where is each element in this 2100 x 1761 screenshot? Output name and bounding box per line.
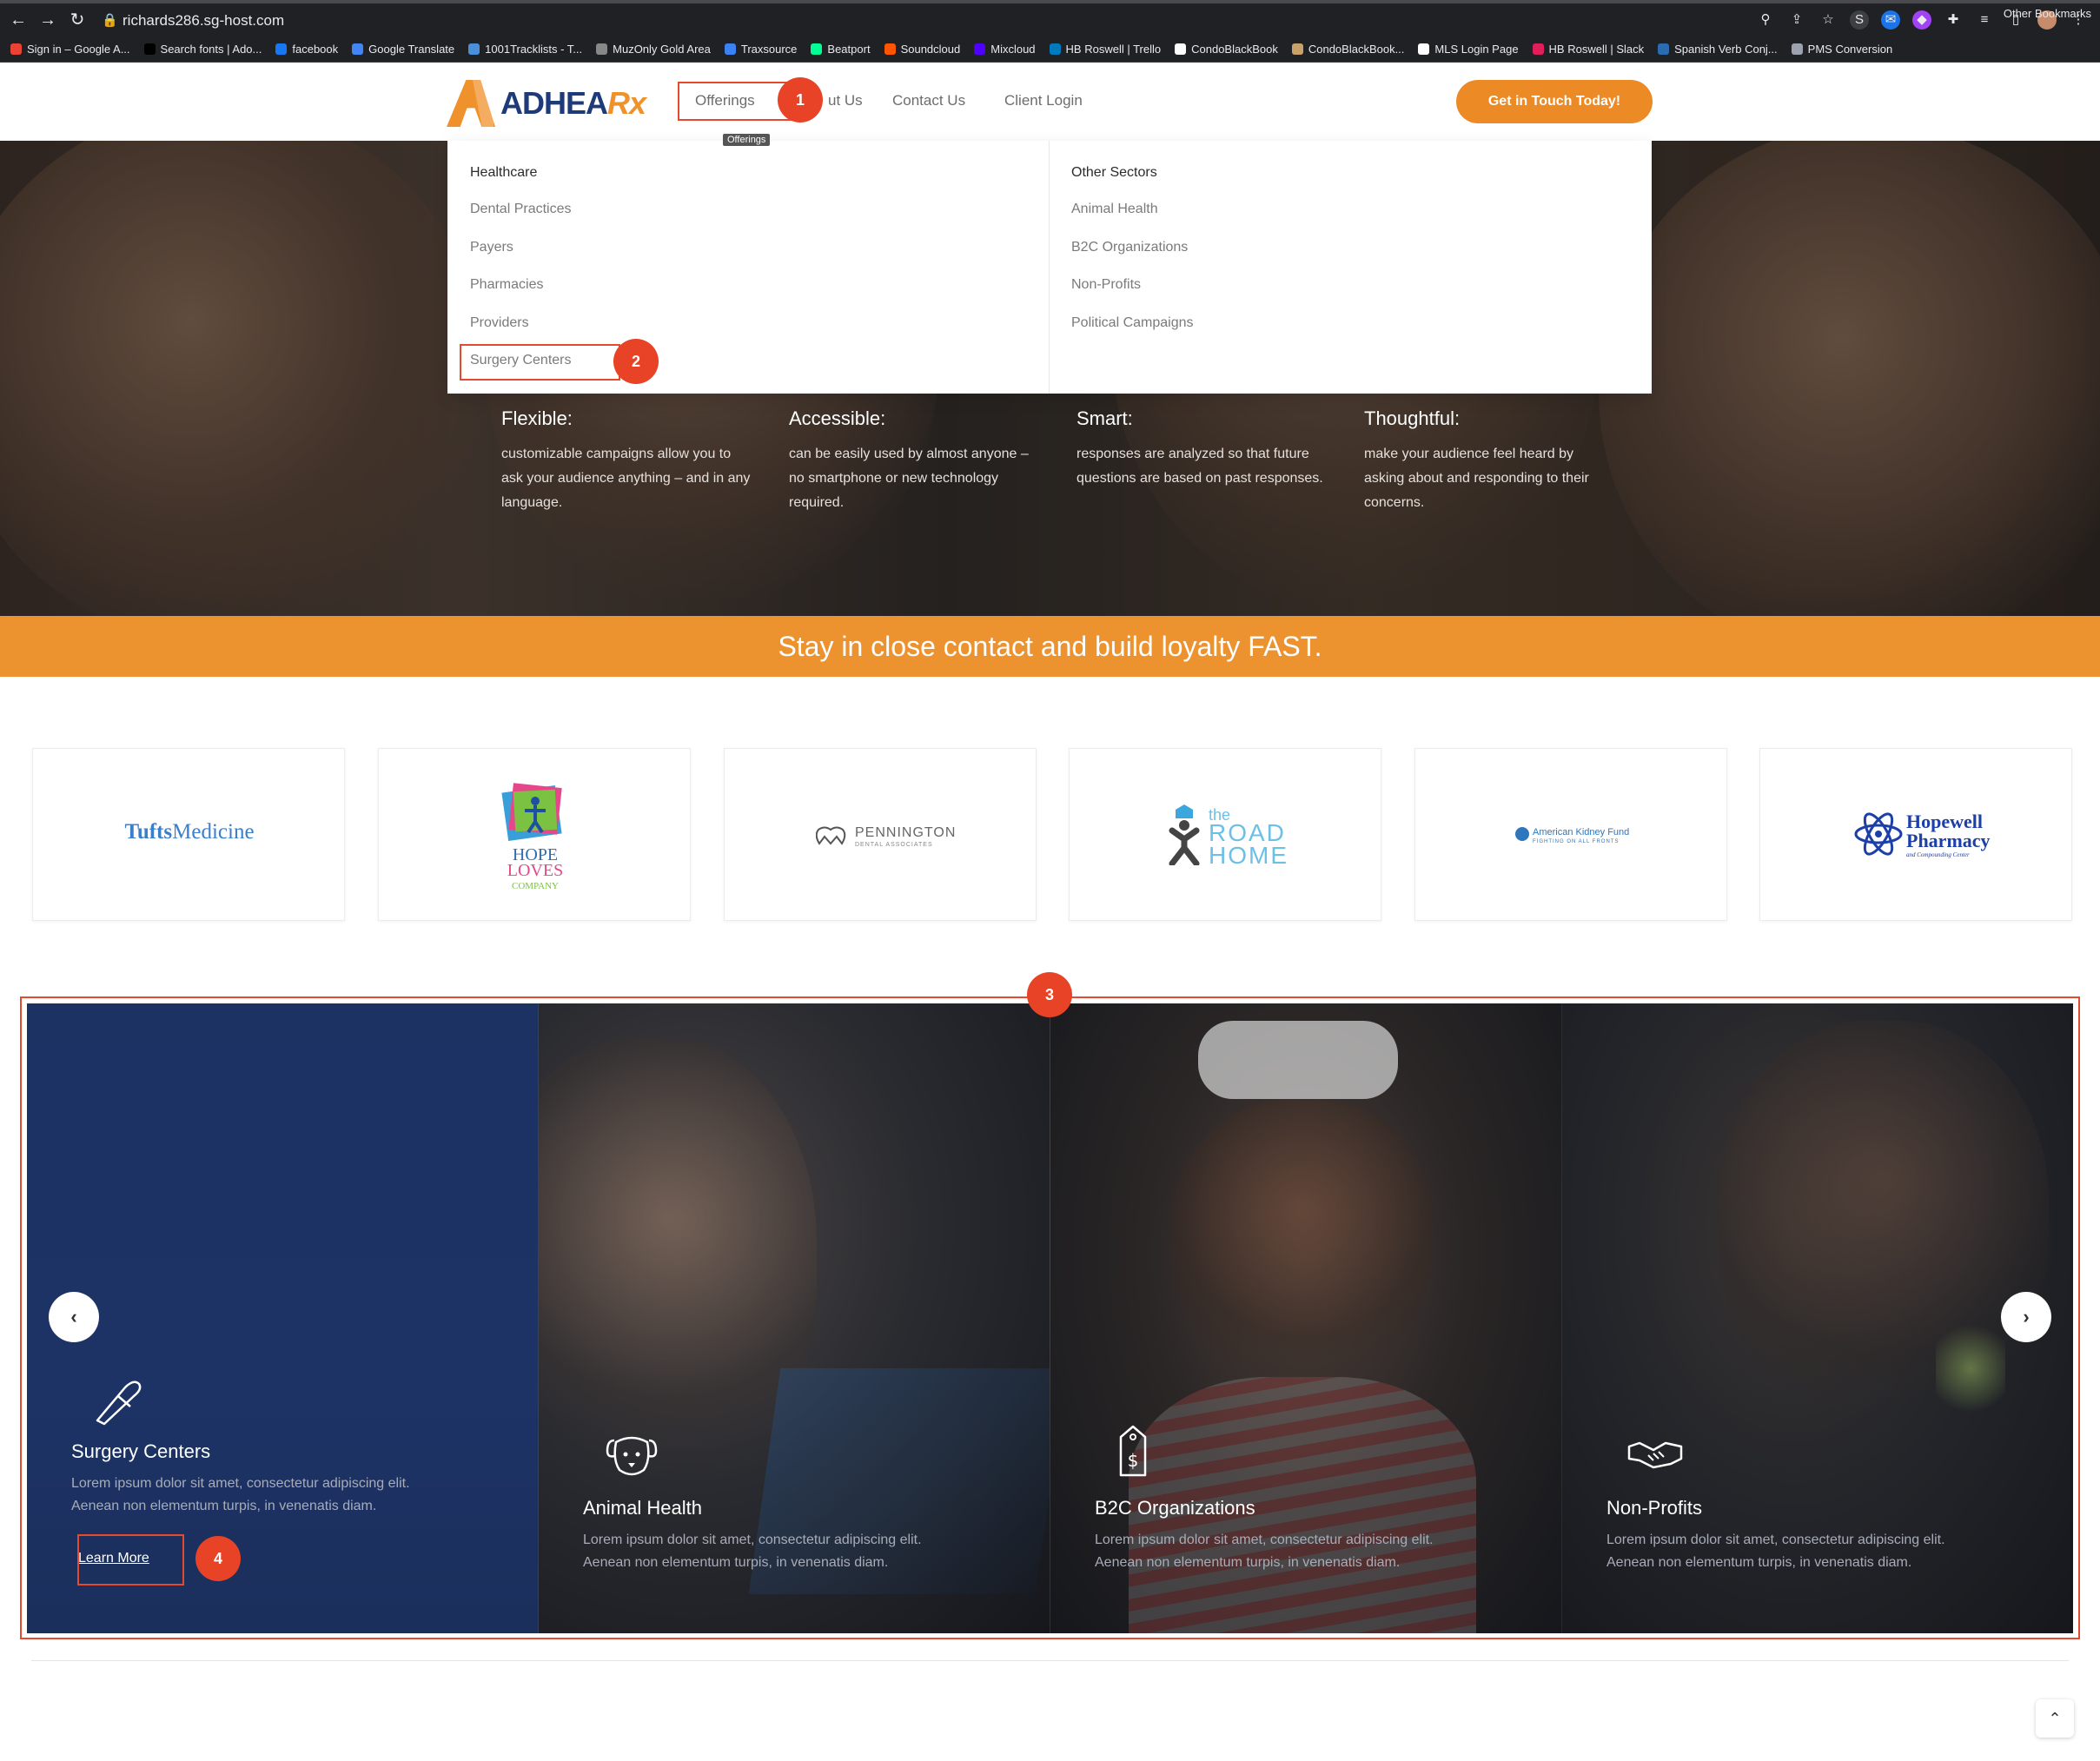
bookmark-item[interactable]: Beatport [811, 43, 871, 56]
extension-icon[interactable]: S [1850, 10, 1869, 30]
menu-item-dental-practices[interactable]: Dental Practices [470, 202, 572, 217]
bookmark-favicon-icon [1175, 43, 1187, 55]
hope-loves-company-logo-icon [501, 783, 562, 842]
extension-icon[interactable]: ◆ [1912, 10, 1931, 30]
bookmark-item[interactable]: CondoBlackBook... [1291, 43, 1404, 56]
bookmark-item[interactable]: Traxsource [724, 43, 797, 56]
menu-item-providers[interactable]: Providers [470, 315, 529, 331]
bookmark-favicon-icon [1791, 43, 1803, 55]
road-home-figure-icon [1169, 804, 1200, 865]
site-header: ADHEARx Offerings ut Us Contact Us Clien… [0, 63, 2100, 141]
bookmark-item[interactable]: Mixcloud [974, 43, 1036, 56]
bookmark-favicon-icon [143, 43, 156, 55]
browser-toolbar: ← → ↻ 🔒 richards286.sg-host.com ⚲ ⇪ ☆ S … [0, 0, 2100, 36]
menu-item-non-profits[interactable]: Non-Profits [1071, 277, 1141, 293]
bookmark-favicon-icon [724, 43, 736, 55]
bookmark-item[interactable]: 1001Tracklists - T... [468, 43, 582, 56]
annotation-box-1 [678, 82, 794, 121]
annotation-box-4 [77, 1534, 184, 1586]
lock-icon[interactable]: 🔒 [102, 12, 118, 28]
feature-flexible: Flexible: customizable campaigns allow y… [501, 407, 751, 510]
adhearx-logo[interactable]: ADHEARx [447, 76, 655, 129]
bookmark-item[interactable]: HB Roswell | Trello [1049, 43, 1161, 56]
partner-american-kidney-fund[interactable]: American Kidney Fund FIGHTING ON ALL FRO… [1414, 748, 1727, 921]
menu-item-political-campaigns[interactable]: Political Campaigns [1071, 315, 1194, 331]
share-icon[interactable]: ⇪ [1787, 10, 1806, 30]
nav-contact-us[interactable]: Contact Us [892, 92, 965, 109]
bookmark-favicon-icon [1658, 43, 1670, 55]
back-icon[interactable]: ← [9, 10, 28, 30]
mega-heading-healthcare: Healthcare [470, 165, 538, 180]
extension-icon[interactable]: ✉ [1881, 10, 1900, 30]
bookmark-favicon-icon [974, 43, 986, 55]
bookmark-favicon-icon [1418, 43, 1430, 55]
annotation-box-3 [20, 996, 2080, 1639]
get-in-touch-button[interactable]: Get in Touch Today! [1456, 80, 1653, 123]
bookmark-favicon-icon [10, 43, 22, 55]
forward-icon[interactable]: → [38, 10, 57, 30]
nav-about-us[interactable]: ut Us [828, 92, 863, 109]
annotation-marker-4: 4 [195, 1536, 241, 1581]
menu-item-payers[interactable]: Payers [470, 240, 513, 255]
akf-globe-icon [1515, 827, 1529, 841]
bookmark-favicon-icon [275, 43, 288, 55]
annotation-marker-2: 2 [613, 339, 659, 384]
playlist-icon[interactable]: ≡ [1975, 10, 1994, 30]
annotation-marker-1: 1 [778, 77, 823, 122]
offerings-tooltip: Offerings [723, 134, 771, 146]
feature-smart: Smart: responses are analyzed so that fu… [1076, 407, 1323, 486]
annotation-marker-3: 3 [1027, 972, 1072, 1017]
partner-tufts-medicine[interactable]: TuftsMedicine [32, 748, 345, 921]
bookmark-item[interactable]: Soundcloud [884, 43, 960, 56]
star-icon[interactable]: ☆ [1818, 10, 1838, 30]
bookmark-favicon-icon [1532, 43, 1544, 55]
bookmark-favicon-icon [1049, 43, 1061, 55]
other-bookmarks[interactable]: Other Bookmarks [2004, 7, 2091, 20]
bookmark-favicon-icon [811, 43, 823, 55]
bookmark-favicon-icon [1291, 43, 1303, 55]
feature-accessible: Accessible: can be easily used by almost… [789, 407, 1029, 510]
partner-the-road-home[interactable]: the ROAD HOME [1069, 748, 1381, 921]
atom-icon [1854, 812, 1903, 856]
partner-pennington-dental[interactable]: PENNINGTON DENTAL ASSOCIATES [724, 748, 1037, 921]
mega-divider [1049, 141, 1050, 394]
bookmark-item[interactable]: Spanish Verb Conj... [1658, 43, 1778, 56]
bookmark-item[interactable]: CondoBlackBook [1175, 43, 1278, 56]
scroll-to-top-button[interactable]: ⌃ [2036, 1699, 2074, 1738]
bookmark-favicon-icon [884, 43, 896, 55]
annotation-box-2 [460, 344, 620, 381]
puzzle-icon[interactable]: ✚ [1944, 10, 1963, 30]
nav-client-login[interactable]: Client Login [1004, 92, 1083, 109]
bookmark-item[interactable]: Search fonts | Ado... [143, 43, 262, 56]
menu-item-animal-health[interactable]: Animal Health [1071, 202, 1158, 217]
bookmark-favicon-icon [352, 43, 364, 55]
mega-heading-other-sectors: Other Sectors [1071, 165, 1157, 180]
feature-thoughtful: Thoughtful: make your audience feel hear… [1364, 407, 1589, 510]
bookmark-item[interactable]: MuzOnly Gold Area [596, 43, 711, 56]
partner-hope-loves-company[interactable]: HOPE LOVES COMPANY [378, 748, 691, 921]
divider [31, 1660, 2069, 1661]
tooth-icon [816, 826, 846, 845]
bookmark-item[interactable]: HB Roswell | Slack [1532, 43, 1644, 56]
menu-item-b2c-organizations[interactable]: B2C Organizations [1071, 240, 1188, 255]
bookmark-item[interactable]: Google Translate [352, 43, 454, 56]
reload-icon[interactable]: ↻ [68, 10, 87, 30]
bookmark-item[interactable]: Sign in – Google A... [10, 43, 130, 56]
bookmark-item[interactable]: MLS Login Page [1418, 43, 1519, 56]
bookmarks-bar: Sign in – Google A... Search fonts | Ado.… [0, 36, 2100, 63]
bookmark-item[interactable]: facebook [275, 43, 338, 56]
partner-hopewell-pharmacy[interactable]: Hopewell Pharmacy and Compounding Center [1759, 748, 2072, 921]
bookmark-item[interactable]: PMS Conversion [1791, 43, 1892, 56]
bookmark-favicon-icon [468, 43, 480, 55]
address-bar[interactable]: richards286.sg-host.com [123, 12, 284, 30]
bookmark-favicon-icon [596, 43, 608, 55]
menu-item-pharmacies[interactable]: Pharmacies [470, 277, 543, 293]
loyalty-banner: Stay in close contact and build loyalty … [0, 616, 2100, 677]
zoom-icon[interactable]: ⚲ [1756, 10, 1775, 30]
